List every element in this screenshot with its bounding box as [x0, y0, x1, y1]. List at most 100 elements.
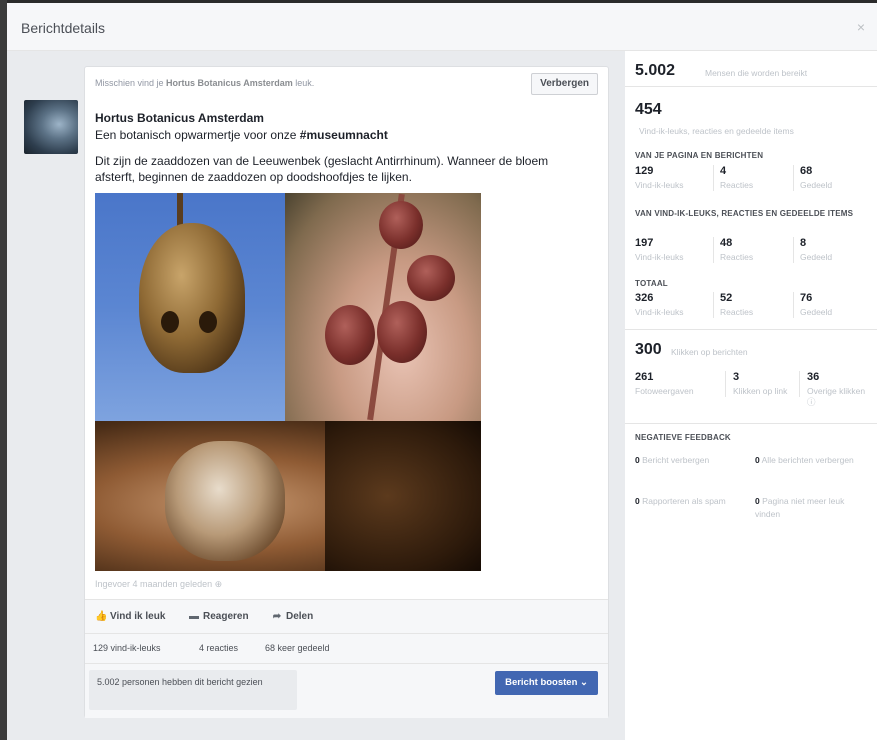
page-likes-number: 129	[635, 165, 654, 177]
post-meta: Ingevoer 4 maanden geleden ⊕	[95, 579, 223, 589]
column-divider	[793, 237, 794, 263]
hide-button[interactable]: Verbergen	[531, 73, 598, 95]
share-button[interactable]: ➦ Delen	[271, 611, 313, 622]
photo-seedpod-closeup[interactable]	[95, 421, 481, 571]
section-total-title: TOTAAL	[635, 279, 668, 288]
section-page-title: VAN JE PAGINA EN BERICHTEN	[635, 151, 764, 160]
like-button[interactable]: 👍 Vind ik leuk	[95, 611, 165, 622]
photo-berry	[407, 255, 455, 301]
total-comments-number: 52	[720, 292, 733, 304]
thumbs-up-icon: 👍	[95, 611, 108, 622]
shares-shares-label: Gedeeld	[800, 252, 833, 262]
page-comments-number: 4	[720, 165, 727, 177]
shares-count-link[interactable]: 68 keer gedeeld	[265, 643, 330, 653]
negative-unlike-page-number: 0	[755, 496, 760, 506]
post-stats: 129 vind-ik-leuks 4 reacties 68 keer ged…	[85, 633, 608, 663]
other-clicks-number: 36	[807, 371, 820, 383]
link-clicks-number: 3	[733, 371, 740, 383]
negative-report-spam-number: 0	[635, 496, 640, 506]
reach-label: Mensen die worden bereikt	[705, 68, 808, 78]
photo-berry	[325, 305, 375, 365]
negative-report-spam: 0 Rapporteren als spam	[635, 495, 745, 508]
total-shares-label: Gedeeld	[800, 307, 833, 317]
post-footer: 5.002 personen hebben dit bericht gezien…	[85, 663, 608, 718]
total-comments-label: Reacties	[720, 307, 754, 317]
suggestion-line: Misschien vind je Hortus Botanicus Amste…	[95, 78, 314, 88]
window-left-border	[0, 0, 7, 740]
post-actions-bar: 👍 Vind ik leuk ▬ Reageren ➦ Delen	[85, 599, 608, 633]
post-intro: Een botanisch opwarmertje voor onze #mus…	[95, 128, 388, 142]
page-likes-label: Vind-ik-leuks	[635, 180, 684, 190]
page-avatar[interactable]	[24, 100, 78, 154]
total-likes-label: Vind-ik-leuks	[635, 307, 684, 317]
suggestion-page-link[interactable]: Hortus Botanicus Amsterdam	[166, 78, 293, 88]
photo-berry	[379, 201, 423, 249]
shares-shares-number: 8	[800, 237, 807, 249]
total-likes-number: 326	[635, 292, 654, 304]
column-divider	[713, 292, 714, 318]
insights-panel: 5.002 Mensen die worden bereikt 454 Vind…	[625, 51, 877, 740]
negative-hide-all-label: Alle berichten verbergen	[761, 455, 854, 465]
photo-views-label: Fotoweergaven	[635, 386, 694, 396]
likes-count-link[interactable]: 129 vind-ik-leuks	[93, 643, 161, 653]
photo-seedpod-eye	[199, 311, 217, 333]
hashtag-link[interactable]: #museumnacht	[300, 128, 388, 142]
photo-seedpod-sky[interactable]	[95, 193, 285, 421]
page-shares-label: Gedeeld	[800, 180, 833, 190]
negative-unlike-page-label: Pagina niet meer leuk vinden	[755, 496, 845, 519]
photo-seedpod	[139, 223, 245, 373]
post-body: Dit zijn de zaaddozen van de Leeuwenbek …	[95, 154, 549, 184]
photo-berry	[377, 301, 427, 363]
speech-bubble-icon: ▬	[189, 611, 199, 622]
shares-comments-number: 48	[720, 237, 733, 249]
negative-hide-all: 0 Alle berichten verbergen	[755, 454, 865, 467]
shares-comments-label: Reacties	[720, 252, 754, 262]
share-label: Delen	[286, 611, 314, 622]
panel-divider	[625, 329, 877, 330]
total-shares-number: 76	[800, 292, 813, 304]
suggestion-suffix: leuk.	[295, 78, 315, 88]
engagement-number: 454	[635, 101, 662, 118]
link-clicks-label: Klikken op link	[733, 386, 788, 396]
panel-divider	[625, 86, 877, 87]
comment-label: Reageren	[203, 611, 249, 622]
panel-divider	[625, 423, 877, 424]
section-shares-title: VAN VIND-IK-LEUKS, REACTIES EN GEDEELDE …	[635, 209, 854, 218]
shares-likes-number: 197	[635, 237, 654, 249]
negative-hide-post: 0 Bericht verbergen	[635, 454, 745, 467]
post-intro-text: Een botanisch opwarmertje voor onze	[95, 128, 297, 142]
clicks-number: 300	[635, 341, 662, 358]
seen-by-count: 5.002 personen hebben dit bericht gezien	[89, 670, 297, 710]
negative-feedback-title: NEGATIEVE FEEDBACK	[635, 433, 731, 442]
column-divider	[793, 165, 794, 191]
negative-hide-all-number: 0	[755, 455, 760, 465]
page-name-link[interactable]: Hortus Botanicus Amsterdam	[95, 111, 264, 125]
photo-dark-area	[325, 421, 481, 571]
boost-post-button[interactable]: Bericht boosten ⌄	[495, 671, 598, 695]
dialog-header: Berichtdetails ×	[7, 3, 877, 51]
negative-report-spam-label: Rapporteren als spam	[642, 496, 726, 506]
shares-likes-label: Vind-ik-leuks	[635, 252, 684, 262]
photo-views-number: 261	[635, 371, 654, 383]
page-shares-number: 68	[800, 165, 813, 177]
column-divider	[793, 292, 794, 318]
suggestion-prefix: Misschien vind je	[95, 78, 164, 88]
column-divider	[799, 371, 800, 397]
column-divider	[725, 371, 726, 397]
photo-seedpod-eye	[161, 311, 179, 333]
clicks-label: Klikken op berichten	[671, 347, 748, 357]
share-arrow-icon: ➦	[272, 611, 282, 622]
comments-count-link[interactable]: 4 reacties	[199, 643, 238, 653]
photo-skull-pod	[165, 441, 285, 561]
photo-seedpods-branch[interactable]	[285, 193, 481, 421]
dialog-title: Berichtdetails	[21, 20, 106, 36]
other-clicks-label: Overige klikken ⓘ	[807, 386, 866, 407]
negative-hide-post-number: 0	[635, 455, 640, 465]
close-icon[interactable]: ×	[857, 19, 865, 35]
column-divider	[713, 165, 714, 191]
like-label: Vind ik leuk	[110, 611, 166, 622]
column-divider	[713, 237, 714, 263]
comment-button[interactable]: ▬ Reageren	[188, 611, 249, 622]
negative-hide-post-label: Bericht verbergen	[642, 455, 710, 465]
engagement-label: Vind-ik-leuks, reacties en gedeelde item…	[639, 126, 794, 136]
